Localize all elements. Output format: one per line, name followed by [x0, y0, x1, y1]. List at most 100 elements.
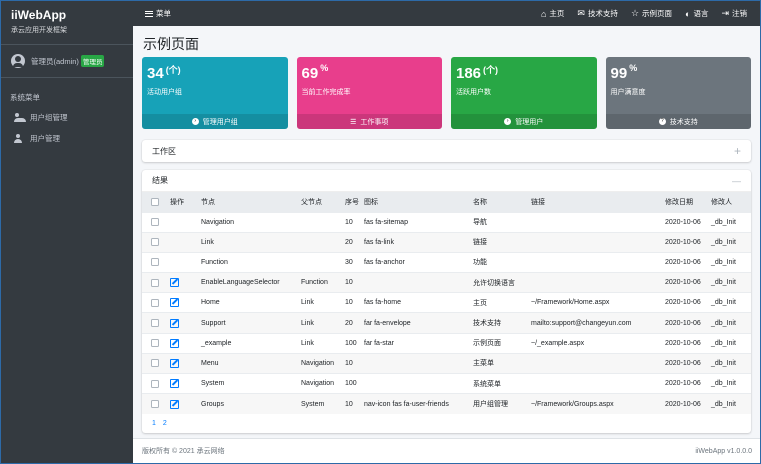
stat-footer-link[interactable]: › 管理用户	[451, 114, 597, 129]
collapse-icon[interactable]: —	[732, 176, 741, 186]
main-content: 示例页面 34 (个) 活动用户组 › 管理用户组 69% 当前工作完成率 ☰ 工作事…	[133, 26, 760, 438]
stat-value: 34 (个)	[147, 65, 181, 82]
table-row[interactable]: System Navigation 100 系统菜单 2020-10-06 _db_Ini…	[142, 372, 751, 394]
select-all-cell	[142, 192, 161, 212]
table-row[interactable]: Link 20 fas fa-link 链接 2020-10-06 _db_Init	[142, 231, 751, 253]
edit-icon[interactable]	[170, 379, 179, 389]
col-header[interactable]: 修改日期	[663, 192, 709, 212]
nav-language-label: 语言	[693, 9, 709, 18]
cell-icon: fas fa-home	[362, 292, 471, 313]
row-checkbox[interactable]	[151, 258, 159, 267]
cell-node: EnableLanguageSelector	[199, 272, 299, 293]
user-panel[interactable]: 管理员(admin) 管理员	[1, 45, 133, 78]
cell-name: 链接	[471, 231, 529, 253]
user-avatar-icon	[11, 54, 25, 68]
cell-by: _db_Init	[709, 372, 751, 394]
edit-icon[interactable]	[170, 298, 179, 308]
stat-footer-link[interactable]: ☰ 工作事项	[296, 114, 442, 129]
edit-icon[interactable]	[170, 358, 179, 368]
app-subtitle: 承云应用开发框架	[11, 27, 67, 34]
star-icon: ☆	[630, 8, 640, 18]
stat-boxes: 34 (个) 活动用户组 › 管理用户组 69% 当前工作完成率 ☰ 工作事项 186…	[142, 57, 751, 129]
select-cell	[142, 312, 161, 334]
action-cell	[161, 312, 199, 334]
question-circle-icon: ?	[658, 118, 666, 125]
row-checkbox[interactable]	[151, 319, 159, 328]
results-card: 结果 — 操作 节点 父节点 序号 图标 名称 链接 修改日期 修改人 Navi…	[142, 170, 751, 433]
row-checkbox[interactable]	[151, 339, 159, 348]
nav-home-label: 主页	[549, 9, 565, 18]
table-row[interactable]: Support Link 20 far fa-envelope 技术支持 mailto:s…	[142, 312, 751, 334]
expand-icon[interactable]: +	[734, 144, 741, 158]
edit-icon[interactable]	[170, 399, 179, 409]
table-row[interactable]: Function 30 fas fa-anchor 功能 2020-10-06 _db_I…	[142, 251, 751, 273]
nav-support-link[interactable]: ✉ 技术支持	[577, 8, 618, 19]
row-checkbox[interactable]	[151, 298, 159, 307]
edit-icon[interactable]	[170, 338, 179, 348]
pagination: 1 2	[142, 414, 751, 433]
page-link[interactable]: 1	[152, 420, 156, 427]
select-all-checkbox[interactable]	[151, 197, 159, 206]
select-cell	[142, 272, 161, 293]
stat-footer-link[interactable]: ? 技术支持	[605, 114, 751, 129]
col-header[interactable]: 图标	[362, 192, 471, 212]
col-header[interactable]: 名称	[471, 192, 529, 212]
cell-by: _db_Init	[709, 332, 751, 354]
cell-name: 主菜单	[471, 352, 529, 374]
table-row[interactable]: Home Link 10 fas fa-home 主页 ~/Framework/Home.…	[142, 292, 751, 313]
menu-header: 系统菜单	[10, 93, 40, 102]
action-cell	[161, 292, 199, 313]
cell-parent: Function	[299, 272, 343, 293]
globe-icon: ◐	[685, 8, 691, 19]
edit-icon[interactable]	[170, 318, 179, 328]
cell-order: 10	[343, 272, 362, 293]
stat-footer-link[interactable]: › 管理用户组	[142, 114, 288, 129]
table-row[interactable]: Groups System 10 nav-icon fas fa-user-frien…	[142, 393, 751, 414]
col-header[interactable]: 链接	[529, 192, 663, 212]
table-row[interactable]: _example Link 100 far fa-star 示例页面 ~/_example…	[142, 332, 751, 354]
page-link[interactable]: 2	[163, 420, 167, 427]
cell-order: 10	[343, 352, 362, 374]
sidebar-item-groups[interactable]: 用户组管理	[1, 107, 133, 128]
table-row[interactable]: EnableLanguageSelector Function 10 允许切换语言 20…	[142, 272, 751, 293]
row-checkbox[interactable]	[151, 359, 159, 368]
workarea-title: 工作区	[152, 146, 176, 156]
table-row[interactable]: Menu Navigation 10 主菜单 2020-10-06 _db_Init	[142, 352, 751, 374]
action-cell	[161, 211, 199, 233]
row-checkbox[interactable]	[151, 278, 159, 287]
cell-by: _db_Init	[709, 251, 751, 273]
edit-icon[interactable]	[170, 278, 179, 288]
cell-node: Groups	[199, 393, 299, 414]
row-checkbox[interactable]	[151, 218, 159, 227]
envelope-icon: ✉	[577, 8, 585, 18]
version: iiWebApp v1.0.0.0	[695, 447, 752, 455]
nav-language-link[interactable]: ◐ 语言	[685, 8, 708, 19]
sidebar-item-users[interactable]: 用户管理	[1, 128, 133, 149]
cell-date: 2020-10-06	[663, 372, 709, 394]
col-header[interactable]: 节点	[199, 192, 299, 212]
row-checkbox[interactable]	[151, 400, 159, 409]
row-checkbox[interactable]	[151, 379, 159, 388]
cell-by: _db_Init	[709, 231, 751, 253]
col-header[interactable]: 操作	[161, 192, 199, 212]
sidebar-item-label: 用户组管理	[30, 113, 68, 122]
nav-example-link[interactable]: ☆ 示例页面	[631, 8, 672, 19]
col-header[interactable]: 修改人	[709, 192, 751, 212]
menu-toggle[interactable]: 菜单	[133, 8, 541, 19]
table-row[interactable]: Navigation 10 fas fa-sitemap 导航 2020-10-06 _d…	[142, 211, 751, 233]
row-checkbox[interactable]	[151, 238, 159, 247]
action-cell	[161, 372, 199, 394]
brand[interactable]: iiWebApp 承云应用开发框架	[1, 1, 133, 45]
nav-logout-link[interactable]: ⇥ 注销	[721, 8, 747, 19]
select-cell	[142, 251, 161, 273]
col-header[interactable]: 父节点	[299, 192, 343, 212]
page-title: 示例页面	[143, 36, 199, 52]
cell-date: 2020-10-06	[663, 332, 709, 354]
cell-node: Support	[199, 312, 299, 334]
cell-date: 2020-10-06	[663, 393, 709, 414]
hamburger-icon	[145, 10, 153, 17]
col-header[interactable]: 序号	[343, 192, 362, 212]
sign-out-icon: ⇥	[721, 8, 729, 18]
cell-date: 2020-10-06	[663, 312, 709, 334]
nav-home-link[interactable]: ⌂ 主页	[541, 8, 564, 19]
